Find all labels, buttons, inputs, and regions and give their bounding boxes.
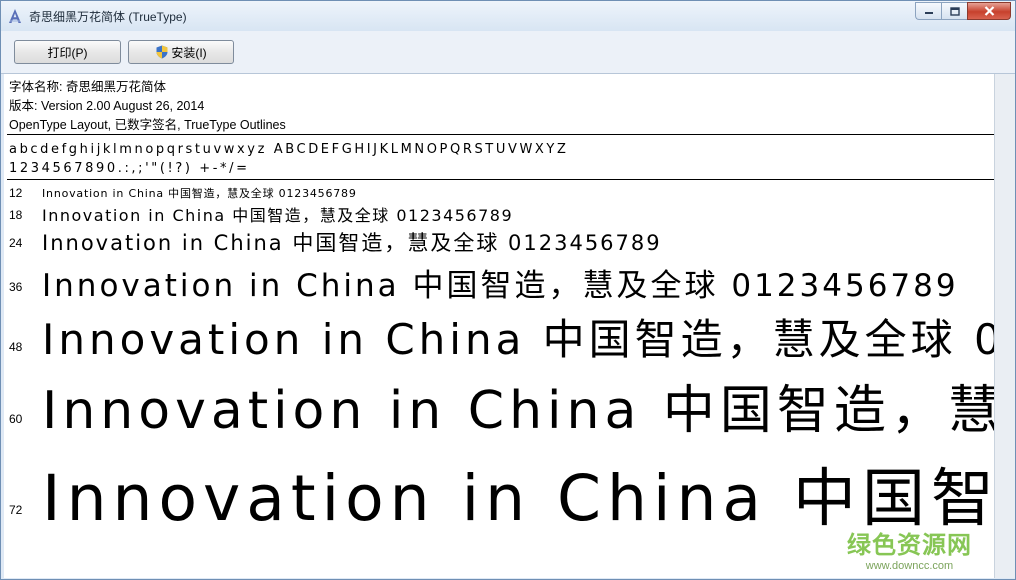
watermark: 绿色资源网 www.downcc.com [847,525,972,572]
size-label: 48 [9,340,23,354]
size-label: 18 [9,208,23,222]
window-controls [915,2,1011,21]
sample-row-18: 18 Innovation in China 中国智造，慧及全球 0123456… [4,201,994,226]
sample-row-12: 12 Innovation in China 中国智造，慧及全球 0123456… [4,184,994,201]
sample-row-48: 48 Innovation in China 中国智造，慧及全球 0123456… [4,304,994,366]
maximize-button[interactable] [941,2,967,20]
close-button[interactable] [967,2,1011,20]
print-button[interactable]: 打印(P) [14,40,121,64]
watermark-title: 绿色资源网 [847,531,972,559]
size-label: 72 [9,503,23,517]
size-label: 12 [9,186,23,200]
title-bar[interactable]: 奇思细黑万花简体 (TrueType) [1,1,1015,31]
sample-text: Innovation in China 中国智造，慧及全球 0123456789 [42,315,994,364]
size-label: 60 [9,412,23,426]
font-preview-pane: 字体名称: 奇思细黑万花简体 版本: Version 2.00 August 2… [4,74,995,578]
sample-row-24: 24 Innovation in China 中国智造，慧及全球 0123456… [4,226,994,258]
charset-letters: abcdefghijklmnopqrstuvwxyz ABCDEFGHIJKLM… [9,142,569,157]
divider-top [7,134,994,135]
vertical-scrollbar[interactable] [995,74,1015,578]
divider-bottom [7,179,994,180]
install-button-label: 安装(I) [171,45,207,60]
font-name-text: 字体名称: 奇思细黑万花简体 [9,80,166,94]
window-title: 奇思细黑万花简体 (TrueType) [29,10,187,24]
sample-row-72: 72 Innovation in China 中国智造，慧及全球 0123456… [4,446,994,546]
charset-digits: 1234567890.:,;'"(!?) +-*/= [9,161,250,176]
sample-row-36: 36 Innovation in China 中国智造，慧及全球 0123456… [4,258,994,304]
font-version-text: 版本: Version 2.00 August 26, 2014 [9,99,205,113]
size-label: 24 [9,236,23,250]
close-icon [984,6,994,16]
minimize-button[interactable] [915,2,941,20]
sample-text: Innovation in China 中国智造，慧及全球 0123456789 [42,381,994,441]
minimize-icon [924,12,933,14]
toolbar: 打印(P) 安装(I) [1,31,1015,74]
font-viewer-window: 奇思细黑万花简体 (TrueType) 打印(P) 安装(I) 字体名称: 奇思… [0,0,1016,580]
install-button[interactable]: 安装(I) [128,40,234,64]
watermark-url: www.downcc.com [865,560,954,572]
sample-text: Innovation in China 中国智造，慧及全球 0123456789 [42,206,514,225]
sample-row-60: 60 Innovation in China 中国智造，慧及全球 0123456… [4,366,994,446]
sample-text: Innovation in China 中国智造，慧及全球 0123456789 [42,231,662,255]
sample-text: Innovation in China 中国智造，慧及全球 0123456789 [42,187,357,200]
sample-text: Innovation in China 中国智造，慧及全球 0123456789 [42,268,959,304]
font-features-text: OpenType Layout, 已数字签名, TrueType Outline… [9,118,286,132]
size-label: 36 [9,280,23,294]
font-viewer-icon [9,9,21,23]
maximize-icon [949,6,960,16]
uac-shield-icon [156,45,168,59]
